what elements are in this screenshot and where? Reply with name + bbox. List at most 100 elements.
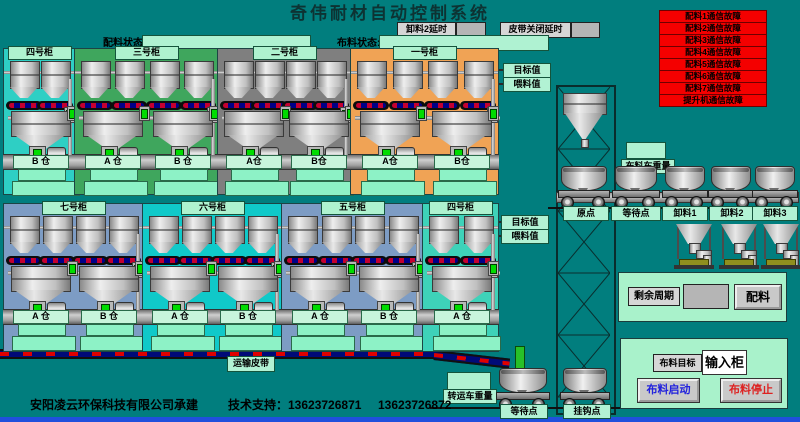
bin-feed-value-box — [80, 336, 144, 351]
bin-target-value-box — [90, 169, 138, 181]
unload-funnel-2 — [721, 224, 761, 270]
inlet-valve — [206, 261, 217, 276]
silo — [286, 61, 316, 89]
inlet-valve-indicator — [348, 264, 355, 274]
belt-feeder — [6, 256, 42, 265]
silo-cone — [317, 87, 345, 98]
funnel-base — [719, 265, 759, 269]
inlet-valve — [67, 261, 78, 276]
silo-cone — [184, 87, 212, 98]
silo — [393, 61, 423, 89]
bin-label: B 仓 — [361, 310, 417, 324]
cabinet-bottom-3: A 仓 B 仓 五号柜 — [281, 203, 424, 352]
silo-cone — [355, 242, 383, 253]
footer-support: 技术支持：13623726871 — [228, 398, 361, 412]
inlet-valve-indicator — [490, 109, 497, 119]
silo-cone — [81, 87, 109, 98]
inlet-valve-indicator — [69, 264, 76, 274]
bin-feed-value-box — [154, 181, 218, 196]
silo-cone — [10, 242, 38, 253]
silo-cone — [357, 87, 385, 98]
cabinet-label: 二号柜 — [253, 46, 317, 60]
cabinet-top-4: A仓 B仓 一号柜 — [350, 48, 499, 195]
station-label-hook: 挂钩点 — [563, 404, 611, 419]
bin-feed-value-box — [225, 181, 289, 196]
belt-feeder — [424, 101, 460, 110]
silo — [149, 216, 179, 244]
bin-feed-value-box — [151, 336, 215, 351]
silo-cone — [41, 87, 69, 98]
funnel-rod — [677, 227, 679, 259]
funnel-base — [761, 265, 800, 269]
silo-cone — [464, 87, 492, 98]
silo — [224, 61, 254, 89]
cabinet-label: 七号柜 — [42, 201, 106, 215]
target-value-tag-bottom: 目标值 — [501, 215, 549, 230]
funnel-rod — [722, 227, 724, 259]
silo-cone — [109, 242, 137, 253]
silo — [150, 61, 180, 89]
bin-label: A 仓 — [13, 310, 69, 324]
bin-feed-value-box — [433, 336, 501, 351]
bin-feed-value-box — [360, 336, 424, 351]
silo-cone — [428, 87, 456, 98]
bin-label: B 仓 — [81, 310, 137, 324]
page-title: 奇伟耐材自动控制系统 — [290, 4, 490, 24]
silo — [43, 216, 73, 244]
station-label-origin: 原点 — [563, 206, 609, 221]
remaining-cycle-value — [683, 284, 729, 309]
funnel-cone — [763, 224, 799, 244]
bin-feed-value-box — [84, 181, 148, 196]
remaining-cycle-label: 剩余周期 — [628, 287, 680, 306]
station-label-unload2: 卸料2 — [709, 206, 755, 221]
bin-target-value-box — [296, 169, 344, 181]
batch-button[interactable]: 配料 — [735, 285, 781, 309]
bin-target-value-box — [18, 169, 66, 181]
footer-company: 安阳凌云环保科技有限公司承建 — [30, 398, 198, 412]
dist-target-label: 布料目标 — [653, 354, 702, 372]
target-value-tag-top: 目标值 — [503, 63, 551, 78]
bin-target-value-box — [225, 324, 273, 336]
bin-target-value-box — [18, 324, 66, 336]
bin-feed-value-box — [290, 181, 354, 196]
inlet-valve-indicator — [141, 109, 148, 119]
hmi-screen: 奇伟耐材自动控制系统 卸料2延时 皮带关闭延时 配料状态: 布料状态: 目标值 … — [0, 0, 800, 422]
belt-close-delay-value[interactable] — [571, 22, 600, 38]
bin-label: B 仓 — [155, 155, 211, 169]
silo-cone — [248, 242, 276, 253]
bin-label: A仓 — [362, 155, 418, 169]
weigh-hopper-body — [359, 266, 419, 292]
cabinet-label: 四号柜 — [8, 46, 72, 60]
belt-feeder — [146, 101, 182, 110]
bin-label: B仓 — [434, 155, 490, 169]
cabinet-label: 一号柜 — [393, 46, 457, 60]
inlet-valve — [488, 261, 499, 276]
weigh-hopper-body — [432, 111, 492, 137]
belt-feeder — [353, 101, 389, 110]
cabinet-top-2: A 仓B 仓三号柜 — [74, 48, 219, 195]
dist-target-input[interactable]: 输入柜 — [702, 350, 747, 375]
belt-feeder — [145, 256, 181, 265]
funnel-cone — [721, 224, 757, 244]
silo — [464, 61, 494, 89]
footer-phone2: 13623726872 — [378, 398, 451, 412]
weigh-hopper-body — [360, 111, 420, 137]
cabinet-bottom-1: A 仓 B 仓 七号柜 — [3, 203, 144, 352]
bin-feed-value-box — [12, 336, 76, 351]
silo — [428, 61, 458, 89]
silo — [215, 216, 245, 244]
cabinet-label: 三号柜 — [115, 46, 179, 60]
silo-cone — [288, 242, 316, 253]
silo — [355, 216, 385, 244]
funnel-cone — [676, 224, 712, 244]
alarm-comm-fault-8: 提升机通信故障 — [659, 94, 767, 107]
cabinet-label: 五号柜 — [321, 201, 385, 215]
weigh-hopper-body — [11, 266, 71, 292]
dist-stop-button[interactable]: 布料停止 — [721, 379, 781, 402]
transport-belt-label: 运输皮带 — [227, 356, 275, 372]
bin-label: A 仓 — [292, 310, 348, 324]
station-label-unload3: 卸料3 — [752, 206, 798, 221]
bin-target-value-box — [231, 169, 279, 181]
bin-feed-value-box — [361, 181, 425, 196]
dist-start-button[interactable]: 布料启动 — [638, 379, 699, 402]
